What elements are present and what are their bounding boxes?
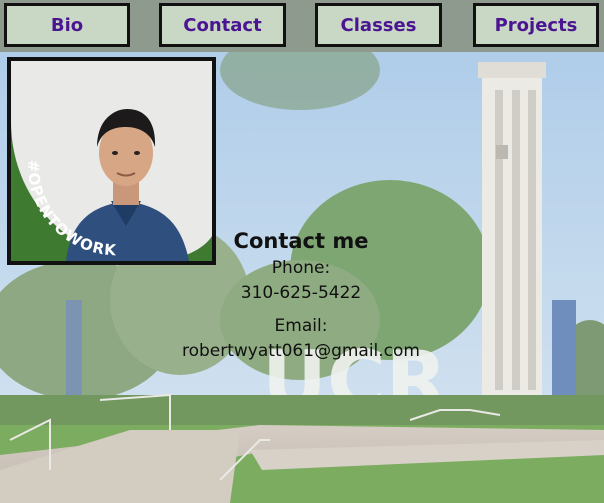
phone-value: 310-625-5422 — [240, 283, 362, 303]
nav-bio-button[interactable]: Bio — [4, 3, 130, 47]
phone-label: Phone: — [271, 258, 331, 278]
contact-heading: Contact me — [233, 229, 369, 253]
contact-section: Contact me Phone: 310-625-5422 Email: ro… — [150, 226, 452, 364]
nav-contact-button[interactable]: Contact — [159, 3, 286, 47]
email-value[interactable]: robertwyatt061@gmail.com — [150, 338, 452, 364]
nav-projects-button[interactable]: Projects — [473, 3, 599, 47]
nav-bar: Bio Contact Classes Projects — [0, 0, 604, 52]
nav-classes-button[interactable]: Classes — [315, 3, 442, 47]
email-label: Email: — [274, 316, 328, 336]
